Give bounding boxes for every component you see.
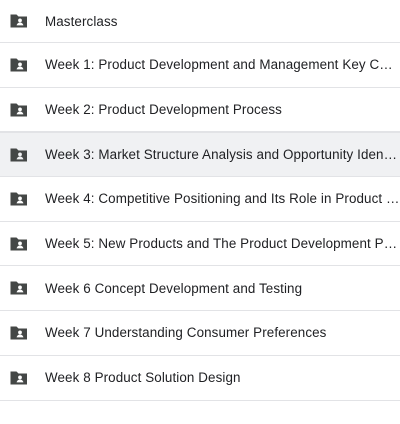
- folder-row-week-4[interactable]: Week 4: Competitive Positioning and Its …: [0, 177, 400, 222]
- folder-row-week-5[interactable]: Week 5: New Products and The Product Dev…: [0, 221, 400, 267]
- shared-folder-icon: [9, 370, 29, 386]
- folder-name: Week 8 Product Solution Design: [45, 370, 241, 386]
- folder-name: Week 4: Competitive Positioning and Its …: [45, 191, 400, 207]
- folder-row-week-8[interactable]: Week 8 Product Solution Design: [0, 355, 400, 401]
- shared-folder-icon: [9, 191, 29, 207]
- folder-row-week-2[interactable]: Week 2: Product Development Process: [0, 87, 400, 133]
- shared-folder-icon: [9, 236, 29, 252]
- folder-row-week-6[interactable]: Week 6 Concept Development and Testing: [0, 266, 400, 312]
- folder-row-week-3[interactable]: Week 3: Market Structure Analysis and Op…: [0, 132, 400, 178]
- shared-folder-icon: [9, 102, 29, 118]
- folder-name: Week 2: Product Development Process: [45, 102, 282, 118]
- folder-list: Masterclass Week 1: Product Development …: [0, 0, 400, 424]
- shared-folder-icon: [9, 13, 29, 29]
- shared-folder-icon: [9, 57, 29, 73]
- folder-name: Week 1: Product Development and Manageme…: [45, 57, 400, 73]
- shared-folder-icon: [9, 325, 29, 341]
- shared-folder-icon: [9, 280, 29, 296]
- list-footer-space: [0, 406, 400, 424]
- folder-row-week-7[interactable]: Week 7 Understanding Consumer Preference…: [0, 311, 400, 356]
- folder-name: Week 7 Understanding Consumer Preference…: [45, 325, 327, 341]
- folder-name: Week 3: Market Structure Analysis and Op…: [45, 147, 400, 163]
- folder-row-masterclass[interactable]: Masterclass: [0, 0, 400, 43]
- folder-name: Week 5: New Products and The Product Dev…: [45, 236, 400, 252]
- folder-name: Masterclass: [45, 13, 118, 29]
- folder-row-week-1[interactable]: Week 1: Product Development and Manageme…: [0, 43, 400, 88]
- shared-folder-icon: [9, 147, 29, 163]
- folder-name: Week 6 Concept Development and Testing: [45, 280, 303, 296]
